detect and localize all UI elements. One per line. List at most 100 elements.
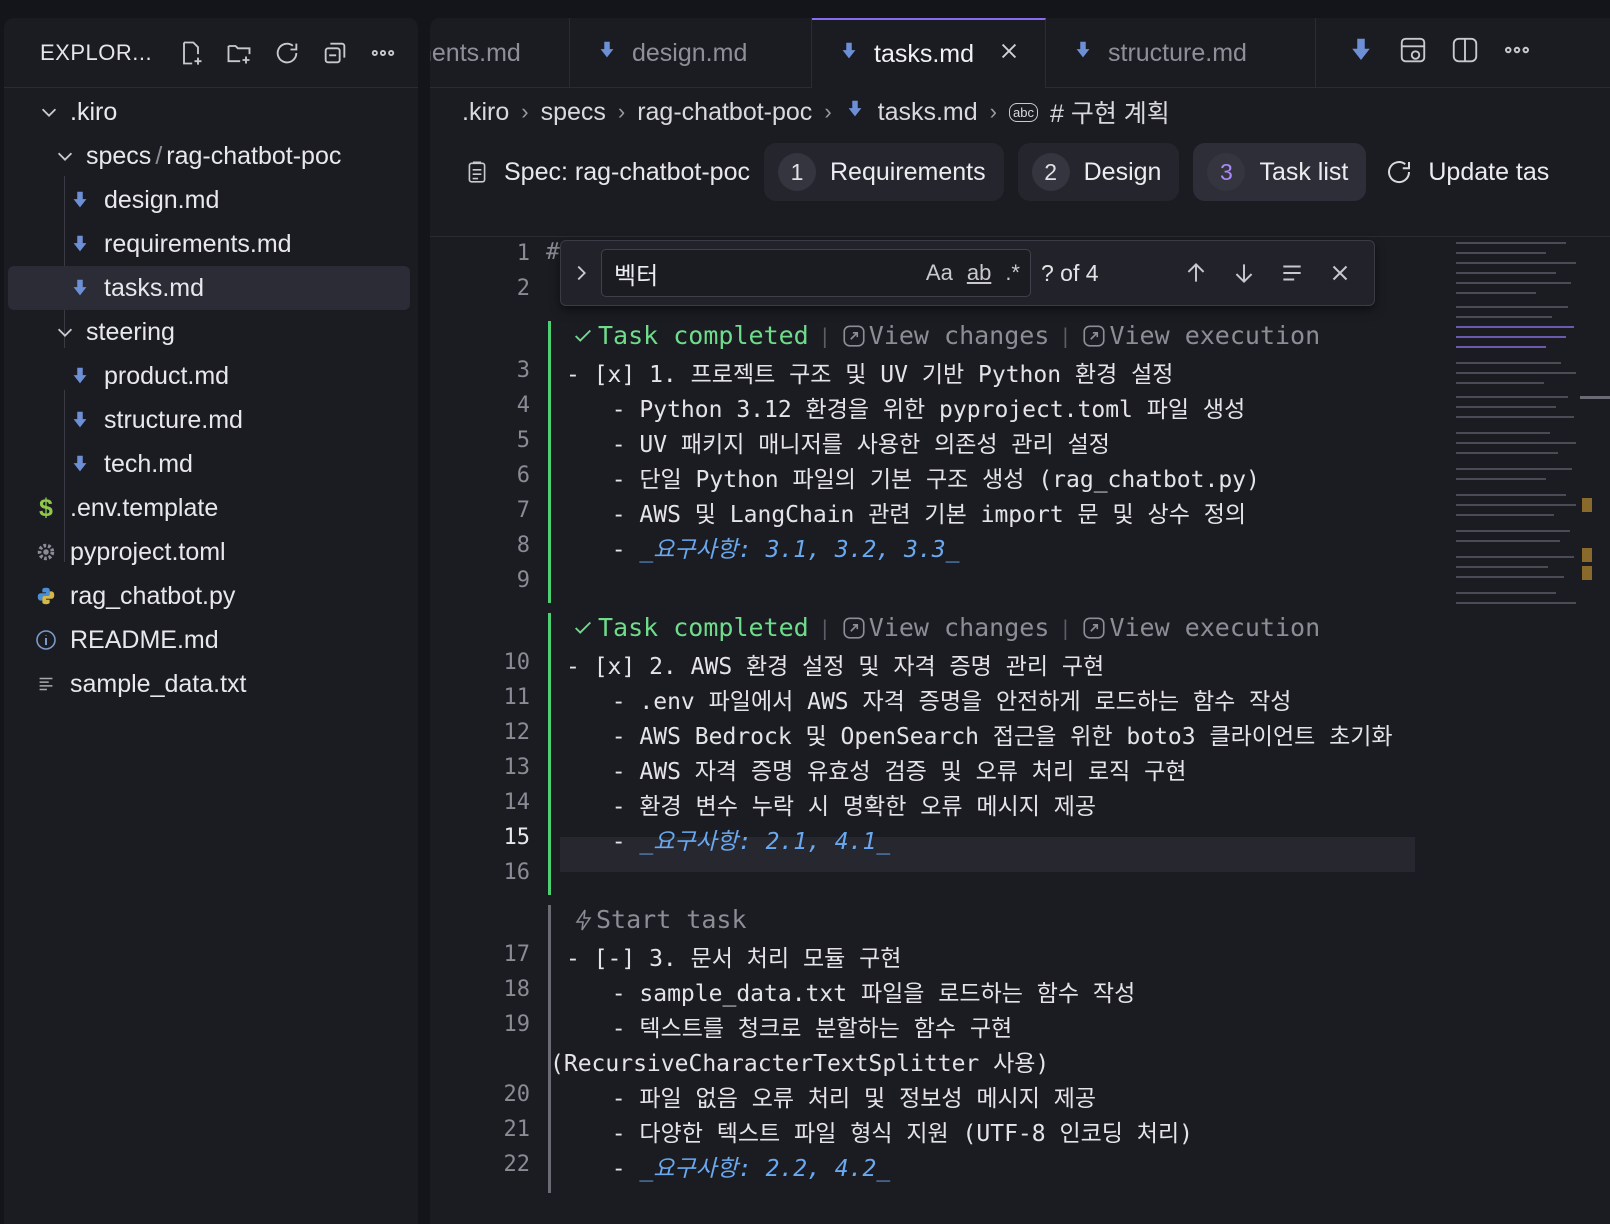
close-icon[interactable]: [998, 40, 1020, 69]
tab-label: design.md: [632, 38, 748, 67]
more-icon[interactable]: [366, 36, 400, 70]
tab-tasks[interactable]: tasks.md: [812, 18, 1046, 88]
execution-icon: [1083, 616, 1105, 639]
tree-label: tech.md: [104, 449, 193, 478]
tree-label: product.md: [104, 361, 230, 390]
tree-label: rag_chatbot.py: [70, 581, 236, 610]
more-icon[interactable]: [1502, 35, 1532, 70]
collapse-all-icon[interactable]: [318, 36, 352, 70]
view-changes-link[interactable]: View changes: [841, 321, 1049, 350]
minimap-line: [1456, 252, 1546, 254]
step-task-list[interactable]: 3 Task list: [1193, 143, 1367, 201]
minimap-line: [1456, 406, 1556, 408]
regex-icon[interactable]: .*: [1005, 260, 1020, 286]
step-number: 2: [1031, 153, 1070, 191]
markdown-icon: [838, 40, 860, 69]
line-number: 6: [516, 463, 530, 488]
tree-file-structure[interactable]: structure.md: [4, 398, 418, 442]
minimap-line: [1456, 362, 1561, 364]
breadcrumb-item[interactable]: tasks.md: [878, 98, 978, 127]
codelens-separator: |: [1059, 323, 1072, 348]
toggle-replace-icon[interactable]: [561, 262, 601, 284]
markdown-preview-icon[interactable]: [1346, 35, 1376, 70]
minimap-line: [1456, 416, 1574, 418]
tree-file-pyproject[interactable]: pyproject.toml: [4, 530, 418, 574]
tree-file-env-template[interactable]: $ .env.template: [4, 486, 418, 530]
tree-file-design[interactable]: design.md: [4, 178, 418, 222]
split-editor-icon[interactable]: [1450, 35, 1480, 70]
line-number: 4: [516, 393, 530, 418]
line-number: 17: [503, 942, 531, 967]
tree-folder-steering[interactable]: steering: [4, 310, 418, 354]
breadcrumb-item[interactable]: # 구현 계획: [1050, 94, 1170, 130]
find-options: Aa ab .*: [926, 260, 1030, 286]
code-line: - UV 패키지 매니저를 사용한 의존성 관리 설정: [584, 432, 1110, 458]
scrollbar-thumb[interactable]: [1580, 396, 1610, 399]
spec-label: Spec: rag-chatbot-poc: [464, 158, 750, 187]
find-in-selection-icon[interactable]: [1279, 260, 1305, 286]
code-line: - [-] 3. 문서 처리 모듈 구현: [566, 946, 902, 972]
code-line: - AWS 및 LangChain 관련 기본 import 문 및 상수 정의: [584, 502, 1247, 528]
step-requirements[interactable]: 1 Requirements: [763, 143, 1004, 201]
tree-file-rag-chatbot[interactable]: rag_chatbot.py: [4, 574, 418, 618]
breadcrumb-item[interactable]: rag-chatbot-poc: [637, 98, 812, 127]
breadcrumb: .kiro › specs › rag-chatbot-poc › tasks.…: [430, 88, 1610, 136]
minimap-line: [1456, 432, 1550, 434]
whole-word-icon[interactable]: ab: [967, 260, 991, 286]
tab-requirements[interactable]: nents.md: [430, 18, 570, 88]
code-line: - [x] 1. 프로젝트 구조 및 UV 기반 Python 환경 설정: [566, 362, 1174, 388]
open-preview-icon[interactable]: [1398, 35, 1428, 70]
tree-label: specs: [86, 141, 152, 170]
minimap[interactable]: [1450, 236, 1610, 1224]
step-label: Design: [1083, 157, 1162, 186]
breadcrumb-item[interactable]: specs: [541, 98, 606, 127]
task-completed-label: Task completed: [572, 613, 809, 642]
view-execution-link[interactable]: View execution: [1081, 613, 1320, 642]
step-design[interactable]: 2 Design: [1017, 143, 1180, 201]
find-input[interactable]: 벡터 Aa ab .*: [601, 249, 1031, 297]
minimap-line: [1456, 514, 1554, 516]
markdown-icon: [68, 452, 92, 476]
tree-file-product[interactable]: product.md: [4, 354, 418, 398]
match-case-icon[interactable]: Aa: [926, 260, 953, 286]
requirement-text: _요구사항: 3.1, 3.2, 3.3_: [639, 537, 960, 563]
text-file-icon: [34, 672, 58, 696]
tree-file-requirements[interactable]: requirements.md: [4, 222, 418, 266]
tree-file-tasks[interactable]: tasks.md: [8, 266, 410, 310]
tab-design[interactable]: design.md: [570, 18, 812, 88]
update-tasks-button[interactable]: Update tas: [1384, 157, 1549, 187]
tab-structure[interactable]: structure.md: [1046, 18, 1316, 88]
tree-file-readme[interactable]: README.md: [4, 618, 418, 662]
requirement-line: - _요구사항: 2.1, 4.1_: [584, 829, 891, 855]
task-status-bar: [548, 613, 551, 895]
explorer-actions: [174, 36, 400, 70]
line-number: 8: [516, 533, 530, 558]
code-line: #: [546, 239, 560, 265]
view-execution-link[interactable]: View execution: [1081, 321, 1320, 350]
close-icon[interactable]: [1327, 260, 1353, 286]
line-number: 22: [503, 1152, 531, 1177]
line-number: 10: [503, 650, 531, 675]
code-editor[interactable]: 1 2 3 4 5 6 7 8 9 10 11 12 13 14 15 16 1…: [430, 236, 1610, 1224]
tree-label: pyproject.toml: [70, 537, 226, 566]
view-changes-link[interactable]: View changes: [841, 613, 1049, 642]
start-task-codelens[interactable]: Start task: [572, 905, 747, 934]
line-number: 19: [503, 1012, 531, 1037]
tree-file-sample-data[interactable]: sample_data.txt: [4, 662, 418, 706]
tree-folder-specs[interactable]: specs / rag-chatbot-poc: [4, 134, 418, 178]
arrow-down-icon[interactable]: [1231, 260, 1257, 286]
breadcrumb-item[interactable]: .kiro: [462, 98, 509, 127]
editor-panel: nents.md design.md tasks.md structure.md: [430, 18, 1610, 1224]
requirement-text: _요구사항: 2.1, 4.1_: [639, 829, 891, 855]
task-codelens: Task completed | View changes | View exe…: [572, 613, 1320, 642]
codelens-text: View execution: [1109, 321, 1321, 350]
new-folder-icon[interactable]: [222, 36, 256, 70]
minimap-line: [1456, 316, 1552, 318]
arrow-up-icon[interactable]: [1183, 260, 1209, 286]
line-number: 12: [503, 720, 531, 745]
tree-folder-kiro[interactable]: .kiro: [4, 90, 418, 134]
new-file-icon[interactable]: [174, 36, 208, 70]
tree-file-tech[interactable]: tech.md: [4, 442, 418, 486]
code-line: - 파일 없음 오류 처리 및 정보성 메시지 제공: [584, 1086, 1097, 1112]
refresh-icon[interactable]: [270, 36, 304, 70]
